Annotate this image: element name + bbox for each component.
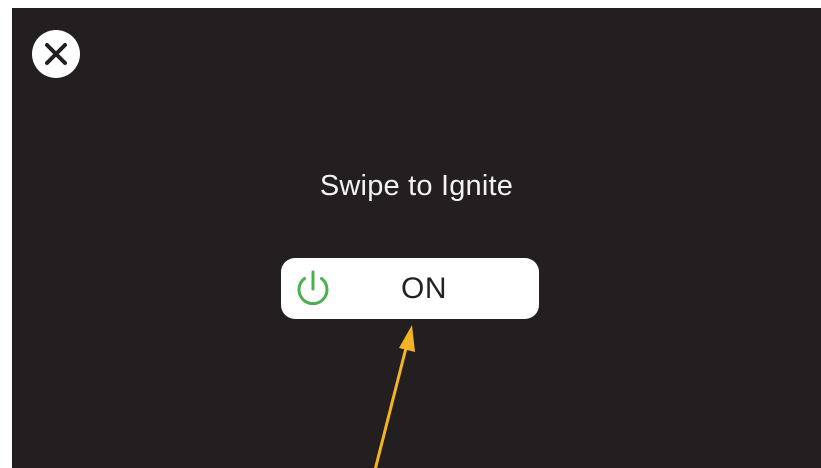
ignite-screen: Swipe to Ignite ON	[12, 8, 821, 468]
ignite-toggle[interactable]: ON	[281, 258, 539, 319]
arrow-icon	[373, 325, 415, 468]
close-button[interactable]	[32, 30, 80, 78]
toggle-label: ON	[401, 272, 447, 305]
swipe-prompt: Swipe to Ignite	[319, 170, 514, 202]
close-icon	[45, 43, 67, 65]
power-icon	[297, 270, 329, 306]
